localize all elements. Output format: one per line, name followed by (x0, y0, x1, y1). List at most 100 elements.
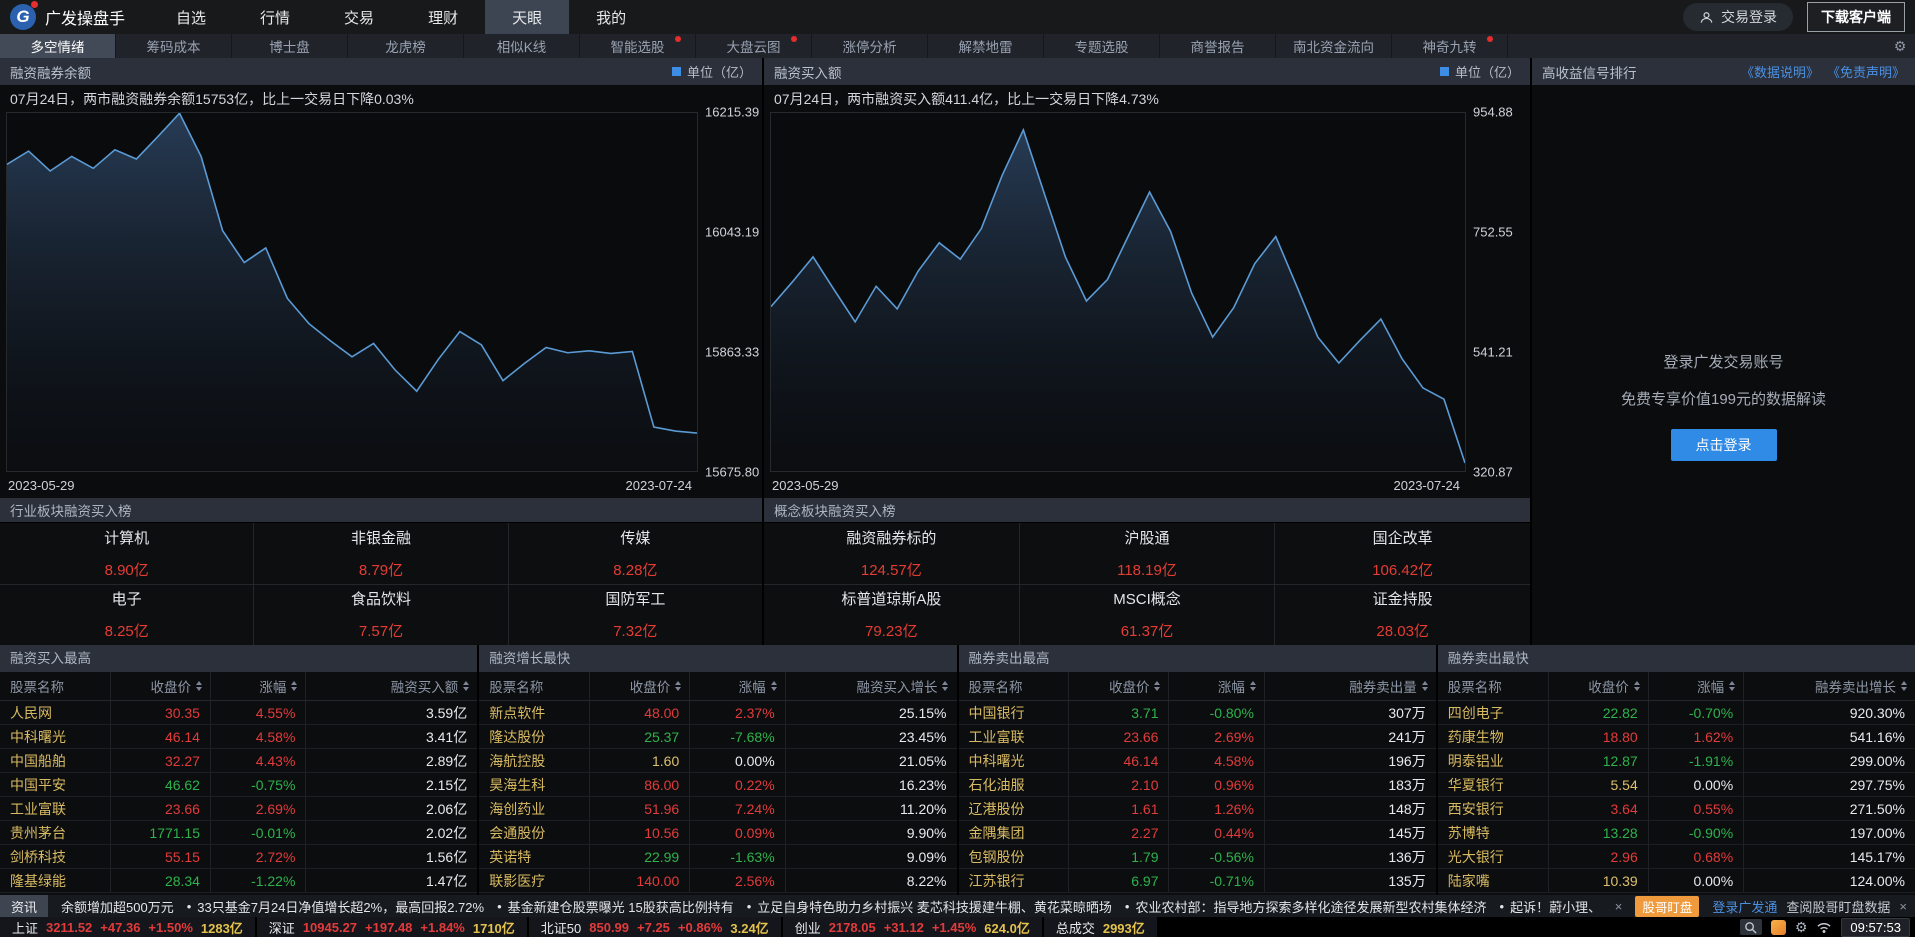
data-notes-link[interactable]: 《数据说明》 (1741, 62, 1819, 81)
stock-row-中国平安[interactable]: 中国平安46.62-0.75%2.15亿 (0, 773, 477, 797)
stock-row-江苏银行[interactable]: 江苏银行6.97-0.71%135万 (959, 869, 1436, 893)
news-item[interactable]: 立足自身特色助力乡村振兴 麦芯科技援建牛棚、黄花菜晾晒场 (757, 897, 1112, 916)
sector-cell-计算机[interactable]: 计算机8.90亿 (0, 523, 253, 584)
sector-cell-证金持股[interactable]: 证金持股28.03亿 (1275, 585, 1530, 646)
news-item[interactable]: 基金新建仓股票曝光 15股获高比例持有 (508, 897, 734, 916)
index-总成交[interactable]: 总成交2993亿 (1044, 917, 1157, 937)
gf-login-link[interactable]: 登录广发通 (1712, 897, 1777, 916)
column-header-融资买入额[interactable]: 融资买入额 (305, 672, 477, 700)
stock-row-海创药业[interactable]: 海创药业51.967.24%11.20% (479, 797, 956, 821)
news-item[interactable]: 33只基金7月24日净值增长超2%，最高回报2.72% (197, 897, 484, 916)
stock-row-新点软件[interactable]: 新点软件48.002.37%25.15% (479, 701, 956, 725)
tab-商誉报告[interactable]: 商誉报告 (1160, 34, 1276, 58)
click-login-button[interactable]: 点击登录 (1671, 429, 1777, 461)
stock-row-石化油服[interactable]: 石化油服2.100.96%183万 (959, 773, 1436, 797)
tab-龙虎榜[interactable]: 龙虎榜 (348, 34, 464, 58)
index-北证50[interactable]: 北证50850.99+7.25+0.86%3.24亿 (529, 917, 781, 937)
app-shortcut-icon[interactable] (1771, 920, 1786, 935)
index-上证[interactable]: 上证3211.52+47.36+1.50%1283亿 (0, 917, 255, 937)
menu-天眼[interactable]: 天眼 (485, 0, 569, 34)
tab-博士盘[interactable]: 博士盘 (232, 34, 348, 58)
sector-cell-国防军工[interactable]: 国防军工7.32亿 (509, 585, 762, 646)
column-header-融券卖出增长[interactable]: 融券卖出增长 (1743, 672, 1915, 700)
index-深证[interactable]: 深证10945.27+197.48+1.84%1710亿 (257, 917, 527, 937)
stock-row-隆达股份[interactable]: 隆达股份25.37-7.68%23.45% (479, 725, 956, 749)
sector-cell-传媒[interactable]: 传媒8.28亿 (509, 523, 762, 584)
stock-row-明泰铝业[interactable]: 明泰铝业12.87-1.91%299.00% (1438, 749, 1915, 773)
stock-row-工业富联[interactable]: 工业富联23.662.69%241万 (959, 725, 1436, 749)
ticker-close-icon[interactable]: × (1899, 899, 1907, 914)
stock-row-西安银行[interactable]: 西安银行3.640.55%271.50% (1438, 797, 1915, 821)
stock-row-剑桥科技[interactable]: 剑桥科技55.152.72%1.56亿 (0, 845, 477, 869)
sector-cell-融资融券标的[interactable]: 融资融券标的124.57亿 (764, 523, 1019, 584)
tab-神奇九转[interactable]: 神奇九转 (1392, 34, 1508, 58)
tab-涨停分析[interactable]: 涨停分析 (812, 34, 928, 58)
column-header-涨幅[interactable]: 涨幅 (689, 672, 784, 700)
column-header-融资买入增长[interactable]: 融资买入增长 (785, 672, 957, 700)
tab-相似K线[interactable]: 相似K线 (464, 34, 580, 58)
stock-row-药康生物[interactable]: 药康生物18.801.62%541.16% (1438, 725, 1915, 749)
stock-row-隆基绿能[interactable]: 隆基绿能28.34-1.22%1.47亿 (0, 869, 477, 893)
tab-筹码成本[interactable]: 筹码成本 (116, 34, 232, 58)
stock-row-华夏银行[interactable]: 华夏银行5.540.00%297.75% (1438, 773, 1915, 797)
menu-行情[interactable]: 行情 (233, 0, 317, 34)
menu-自选[interactable]: 自选 (149, 0, 233, 34)
news-item[interactable]: 农业农村部：指导地方探索多样化途径发展新型农村集体经济 (1135, 897, 1486, 916)
stock-row-金隅集团[interactable]: 金隅集团2.270.44%145万 (959, 821, 1436, 845)
gear-icon[interactable]: ⚙ (1795, 919, 1808, 936)
stock-row-贵州茅台[interactable]: 贵州茅台1771.15-0.01%2.02亿 (0, 821, 477, 845)
stock-row-辽港股份[interactable]: 辽港股份1.611.26%148万 (959, 797, 1436, 821)
sector-name: 融资融券标的 (846, 527, 936, 548)
disclaimer-link[interactable]: 《免责声明》 (1827, 62, 1905, 81)
column-header-涨幅[interactable]: 涨幅 (1168, 672, 1263, 700)
news-item[interactable]: 起诉！蔚小理、比亚 (1510, 897, 1602, 916)
sector-cell-标普道琼斯A股[interactable]: 标普道琼斯A股79.23亿 (764, 585, 1019, 646)
tab-大盘云图[interactable]: 大盘云图 (696, 34, 812, 58)
column-header-收盘价[interactable]: 收盘价 (1548, 672, 1648, 700)
stock-row-英诺特[interactable]: 英诺特22.99-1.63%9.09% (479, 845, 956, 869)
stock-row-包钢股份[interactable]: 包钢股份1.79-0.56%136万 (959, 845, 1436, 869)
tab-智能选股[interactable]: 智能选股 (580, 34, 696, 58)
news-close-icon[interactable]: × (1615, 899, 1623, 914)
column-header-融券卖出量[interactable]: 融券卖出量 (1264, 672, 1436, 700)
column-header-收盘价[interactable]: 收盘价 (589, 672, 689, 700)
column-header-涨幅[interactable]: 涨幅 (1648, 672, 1743, 700)
menu-我的[interactable]: 我的 (569, 0, 653, 34)
menu-交易[interactable]: 交易 (317, 0, 401, 34)
tab-解禁地雷[interactable]: 解禁地雷 (928, 34, 1044, 58)
stock-row-海航控股[interactable]: 海航控股1.600.00%21.05% (479, 749, 956, 773)
stock-row-昊海生科[interactable]: 昊海生科86.000.22%16.23% (479, 773, 956, 797)
sector-cell-沪股通[interactable]: 沪股通118.19亿 (1020, 523, 1275, 584)
stock-row-中国船舶[interactable]: 中国船舶32.274.43%2.89亿 (0, 749, 477, 773)
sector-cell-MSCI概念[interactable]: MSCI概念61.37亿 (1020, 585, 1275, 646)
menu-理财[interactable]: 理财 (401, 0, 485, 34)
tab-多空情绪[interactable]: 多空情绪 (0, 34, 116, 58)
stock-row-中国银行[interactable]: 中国银行3.71-0.80%307万 (959, 701, 1436, 725)
stock-row-光大银行[interactable]: 光大银行2.960.68%145.17% (1438, 845, 1915, 869)
column-header-涨幅[interactable]: 涨幅 (210, 672, 305, 700)
stock-row-联影医疗[interactable]: 联影医疗140.002.56%8.22% (479, 869, 956, 893)
settings-gear-icon[interactable]: ⚙ (1885, 34, 1915, 58)
tab-南北资金流向[interactable]: 南北资金流向 (1276, 34, 1392, 58)
stock-row-人民网[interactable]: 人民网30.354.55%3.59亿 (0, 701, 477, 725)
stock-monitor-badge[interactable]: 股哥盯盘 (1635, 896, 1699, 917)
stock-row-中科曙光[interactable]: 中科曙光46.144.58%196万 (959, 749, 1436, 773)
sector-cell-非银金融[interactable]: 非银金融8.79亿 (254, 523, 507, 584)
trade-login-button[interactable]: 交易登录 (1683, 3, 1793, 31)
column-header-收盘价[interactable]: 收盘价 (110, 672, 210, 700)
stock-row-四创电子[interactable]: 四创电子22.82-0.70%920.30% (1438, 701, 1915, 725)
stock-row-苏博特[interactable]: 苏博特13.28-0.90%197.00% (1438, 821, 1915, 845)
stock-row-工业富联[interactable]: 工业富联23.662.69%2.06亿 (0, 797, 477, 821)
search-icon[interactable] (1740, 919, 1762, 935)
sector-cell-电子[interactable]: 电子8.25亿 (0, 585, 253, 646)
stock-row-会通股份[interactable]: 会通股份10.560.09%9.90% (479, 821, 956, 845)
stock-row-陆家嘴[interactable]: 陆家嘴10.390.00%124.00% (1438, 869, 1915, 893)
tab-专题选股[interactable]: 专题选股 (1044, 34, 1160, 58)
news-item[interactable]: 余额增加超500万元 (61, 897, 174, 916)
sector-cell-食品饮料[interactable]: 食品饮料7.57亿 (254, 585, 507, 646)
stock-row-中科曙光[interactable]: 中科曙光46.144.58%3.41亿 (0, 725, 477, 749)
index-创业[interactable]: 创业2178.05+31.12+1.45%624.0亿 (783, 917, 1042, 937)
sector-cell-国企改革[interactable]: 国企改革106.42亿 (1275, 523, 1530, 584)
column-header-收盘价[interactable]: 收盘价 (1068, 672, 1168, 700)
download-client-button[interactable]: 下载客户端 (1807, 2, 1905, 32)
